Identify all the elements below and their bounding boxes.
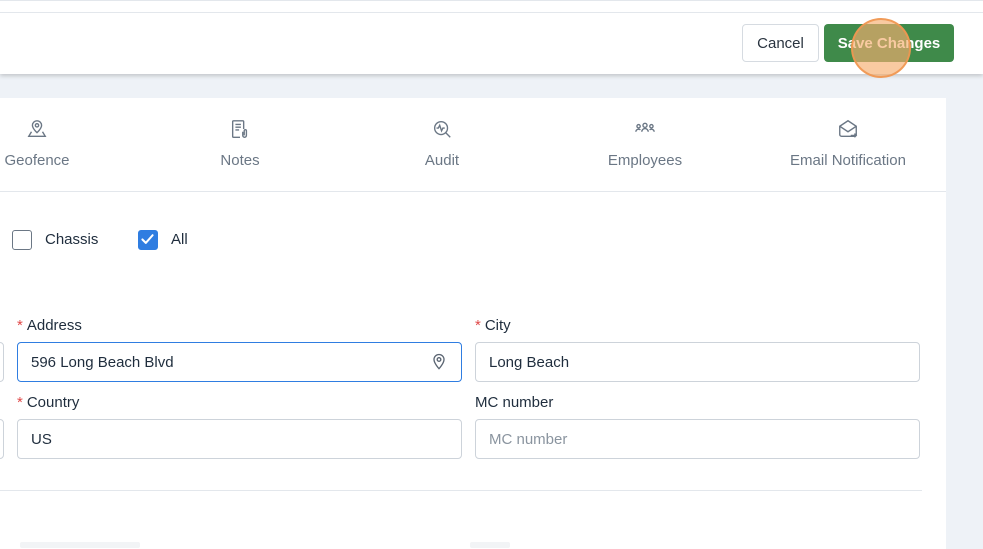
details-panel: Geofence Notes Audit Employees Email Not… <box>0 98 946 549</box>
employees-icon <box>634 118 656 145</box>
location-pin-icon[interactable] <box>429 352 449 376</box>
top-action-bar: Cancel Save Changes <box>0 0 983 74</box>
cancel-button[interactable]: Cancel <box>742 24 819 62</box>
next-section-label <box>20 542 140 548</box>
tab-notes[interactable]: Notes <box>160 118 320 174</box>
required-marker: * <box>475 317 481 334</box>
partial-input-left[interactable] <box>0 342 4 382</box>
next-section-label <box>470 542 510 548</box>
address-input[interactable]: 596 Long Beach Blvd <box>17 342 462 382</box>
city-value: Long Beach <box>489 353 570 371</box>
tab-label: Email Notification <box>790 152 906 169</box>
tab-label: Employees <box>607 152 683 169</box>
mc-number-placeholder: MC number <box>489 430 568 448</box>
required-marker: * <box>17 317 23 334</box>
tab-email-notification[interactable]: Email Notification <box>768 118 928 174</box>
tab-employees[interactable]: Employees <box>565 118 725 174</box>
check-icon <box>141 234 154 244</box>
email-notification-icon <box>837 118 859 145</box>
chassis-label: Chassis <box>45 231 99 248</box>
mc-number-label: MC number <box>475 394 554 411</box>
country-input[interactable]: US <box>17 419 462 459</box>
address-label: * Address <box>17 317 82 334</box>
tab-bar: Geofence Notes Audit Employees Email Not… <box>0 98 946 192</box>
city-label: * City <box>475 317 511 334</box>
audit-icon <box>431 118 453 145</box>
tab-label: Notes <box>220 152 260 169</box>
tab-label: Audit <box>424 152 460 169</box>
tab-label: Geofence <box>4 152 70 169</box>
address-value: 596 Long Beach Blvd <box>31 353 174 371</box>
country-label: * Country <box>17 394 80 411</box>
tab-geofence[interactable]: Geofence <box>0 118 117 174</box>
chassis-checkbox[interactable] <box>12 230 32 250</box>
partial-input-left[interactable] <box>0 419 4 459</box>
city-input[interactable]: Long Beach <box>475 342 920 382</box>
notes-icon <box>229 118 251 145</box>
all-checkbox[interactable] <box>138 230 158 250</box>
section-divider <box>0 490 922 491</box>
top-divider <box>0 12 983 13</box>
save-changes-button[interactable]: Save Changes <box>824 24 954 62</box>
tab-audit[interactable]: Audit <box>362 118 522 174</box>
geofence-icon <box>26 118 48 145</box>
mc-number-input[interactable]: MC number <box>475 419 920 459</box>
country-value: US <box>31 430 52 448</box>
all-label: All <box>171 231 188 248</box>
required-marker: * <box>17 394 23 411</box>
